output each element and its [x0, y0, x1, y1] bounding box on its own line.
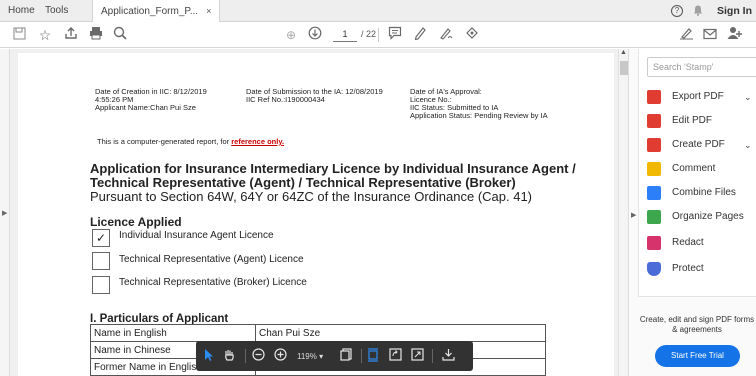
form-title-line2: Technical Representative (Agent) / Techn… — [90, 175, 516, 190]
tool-label: Redact — [672, 237, 704, 248]
tool-label: Combine Files — [672, 187, 736, 198]
tab-home[interactable]: Home — [8, 0, 35, 22]
scroll-mode-icon[interactable] — [367, 348, 379, 366]
main-toolbar: ☆ ⊕ 1 / 22 — [0, 22, 756, 48]
page-number-input[interactable]: 1 — [333, 27, 357, 42]
tool-label: Comment — [672, 163, 716, 174]
form-title-line1: Application for Insurance Intermediary L… — [90, 161, 576, 176]
tab-tools[interactable]: Tools — [45, 0, 68, 22]
promo-box: Create, edit and sign PDF forms & agreem… — [638, 296, 756, 376]
zoom-in-icon[interactable] — [274, 348, 287, 365]
tab-document-label: Application_Form_P... — [101, 6, 199, 17]
next-page-icon[interactable] — [306, 26, 324, 44]
generated-notice: This is a computer-generated report, for… — [97, 137, 284, 147]
reference-link[interactable]: reference only. — [231, 137, 284, 146]
document-scrollbar[interactable]: ▲ — [618, 49, 628, 376]
previous-page-icon[interactable]: ⊕ — [282, 26, 300, 44]
chevron-down-icon[interactable]: ⌄ — [744, 135, 752, 155]
download-icon[interactable] — [442, 348, 455, 365]
full-screen-icon[interactable] — [411, 348, 424, 365]
help-icon[interactable]: ? — [671, 5, 683, 17]
tab-document[interactable]: Application_Form_P... × — [92, 0, 221, 23]
sign-in-button[interactable]: Sign In — [717, 0, 752, 22]
expand-left-icon: ▶ — [2, 210, 8, 217]
float-divider — [432, 349, 433, 363]
tool-search-input[interactable]: Search 'Stamp' — [647, 57, 756, 77]
scrollbar-thumb[interactable] — [620, 61, 628, 75]
chevron-down-icon[interactable]: ⌄ — [744, 87, 752, 107]
export-pdf-icon — [647, 90, 661, 104]
chevron-down-icon: ▾ — [319, 352, 324, 361]
hand-tool-icon[interactable] — [223, 348, 236, 366]
highlight-pen-icon[interactable] — [411, 26, 429, 44]
redact-icon — [647, 236, 661, 250]
tool-label: Edit PDF — [672, 115, 713, 126]
float-divider — [245, 349, 246, 363]
combine-files-icon — [647, 186, 661, 200]
toolbar-divider — [378, 28, 379, 42]
licence-checkbox-tr-broker[interactable] — [92, 276, 110, 294]
licence-label-agent: Individual Insurance Agent Licence — [119, 230, 274, 241]
floating-page-toolbar: 119% ▾ — [196, 341, 473, 371]
shield-icon — [647, 262, 661, 276]
float-divider — [361, 349, 362, 363]
rotate-page-icon[interactable] — [389, 348, 402, 365]
tool-label: Organize Pages — [672, 211, 744, 222]
zoom-level-dropdown[interactable]: 119% ▾ — [297, 349, 323, 365]
left-panel-toggle[interactable]: ▶ — [0, 49, 10, 376]
right-panel-toggle[interactable]: ▶ — [628, 49, 638, 376]
comment-icon — [647, 162, 661, 176]
tool-label: Protect — [672, 263, 704, 274]
tab-bar: Home Tools Application_Form_P... × ? Sign… — [0, 0, 756, 23]
applicant-name: Applicant Name:Chan Pui Sze — [95, 103, 196, 112]
share-icon[interactable] — [62, 26, 80, 44]
start-free-trial-button[interactable]: Start Free Trial — [655, 345, 740, 367]
zoom-search-icon[interactable] — [111, 26, 129, 44]
licence-checkbox-tr-agent[interactable] — [92, 252, 110, 270]
zoom-out-icon[interactable] — [252, 348, 265, 365]
draw-signature-icon[interactable] — [437, 26, 455, 44]
page-total: / 22 — [361, 29, 377, 39]
generated-notice-text: This is a computer-generated report, for — [97, 137, 232, 146]
comment-icon[interactable] — [386, 26, 404, 44]
licence-label-tr-agent: Technical Representative (Agent) Licence — [119, 254, 304, 265]
notification-bell-icon[interactable] — [693, 0, 703, 22]
fill-sign-icon[interactable] — [463, 26, 481, 44]
bookmark-star-icon[interactable]: ☆ — [36, 26, 54, 44]
licence-heading: Licence Applied — [90, 215, 182, 229]
table-cell-label: Name in English — [90, 324, 256, 342]
tool-label: Export PDF — [672, 91, 724, 102]
print-icon[interactable] — [87, 26, 105, 44]
fit-page-icon[interactable] — [340, 348, 352, 365]
zoom-level: 119% — [297, 352, 317, 361]
organize-pages-icon — [647, 210, 661, 224]
select-cursor-icon[interactable] — [204, 348, 214, 366]
email-icon[interactable] — [701, 26, 719, 44]
collapse-right-icon: ▶ — [631, 212, 637, 219]
create-pdf-icon — [647, 138, 661, 152]
table-cell-value: Chan Pui Sze — [255, 324, 546, 342]
licence-label-tr-broker: Technical Representative (Broker) Licenc… — [119, 277, 307, 288]
edit-pdf-icon — [647, 114, 661, 128]
scroll-up-icon[interactable]: ▲ — [620, 49, 627, 56]
application-status: Application Status: Pending Review by IA — [410, 111, 548, 120]
licence-checkbox-agent[interactable]: ✓ — [92, 229, 110, 247]
sign-pen-icon[interactable] — [677, 26, 695, 44]
table-row: Name in English Chan Pui Sze — [90, 324, 546, 342]
share-with-people-icon[interactable] — [726, 26, 744, 44]
close-tab-icon[interactable]: × — [206, 6, 211, 16]
promo-text: Create, edit and sign PDF forms & agreem… — [639, 315, 755, 334]
save-icon[interactable] — [10, 26, 28, 44]
iic-ref: IIC Ref No.:I190000434 — [246, 95, 325, 104]
form-subtitle: Pursuant to Section 64W, 64Y or 64ZC of … — [90, 189, 533, 204]
tool-label: Create PDF — [672, 139, 725, 150]
